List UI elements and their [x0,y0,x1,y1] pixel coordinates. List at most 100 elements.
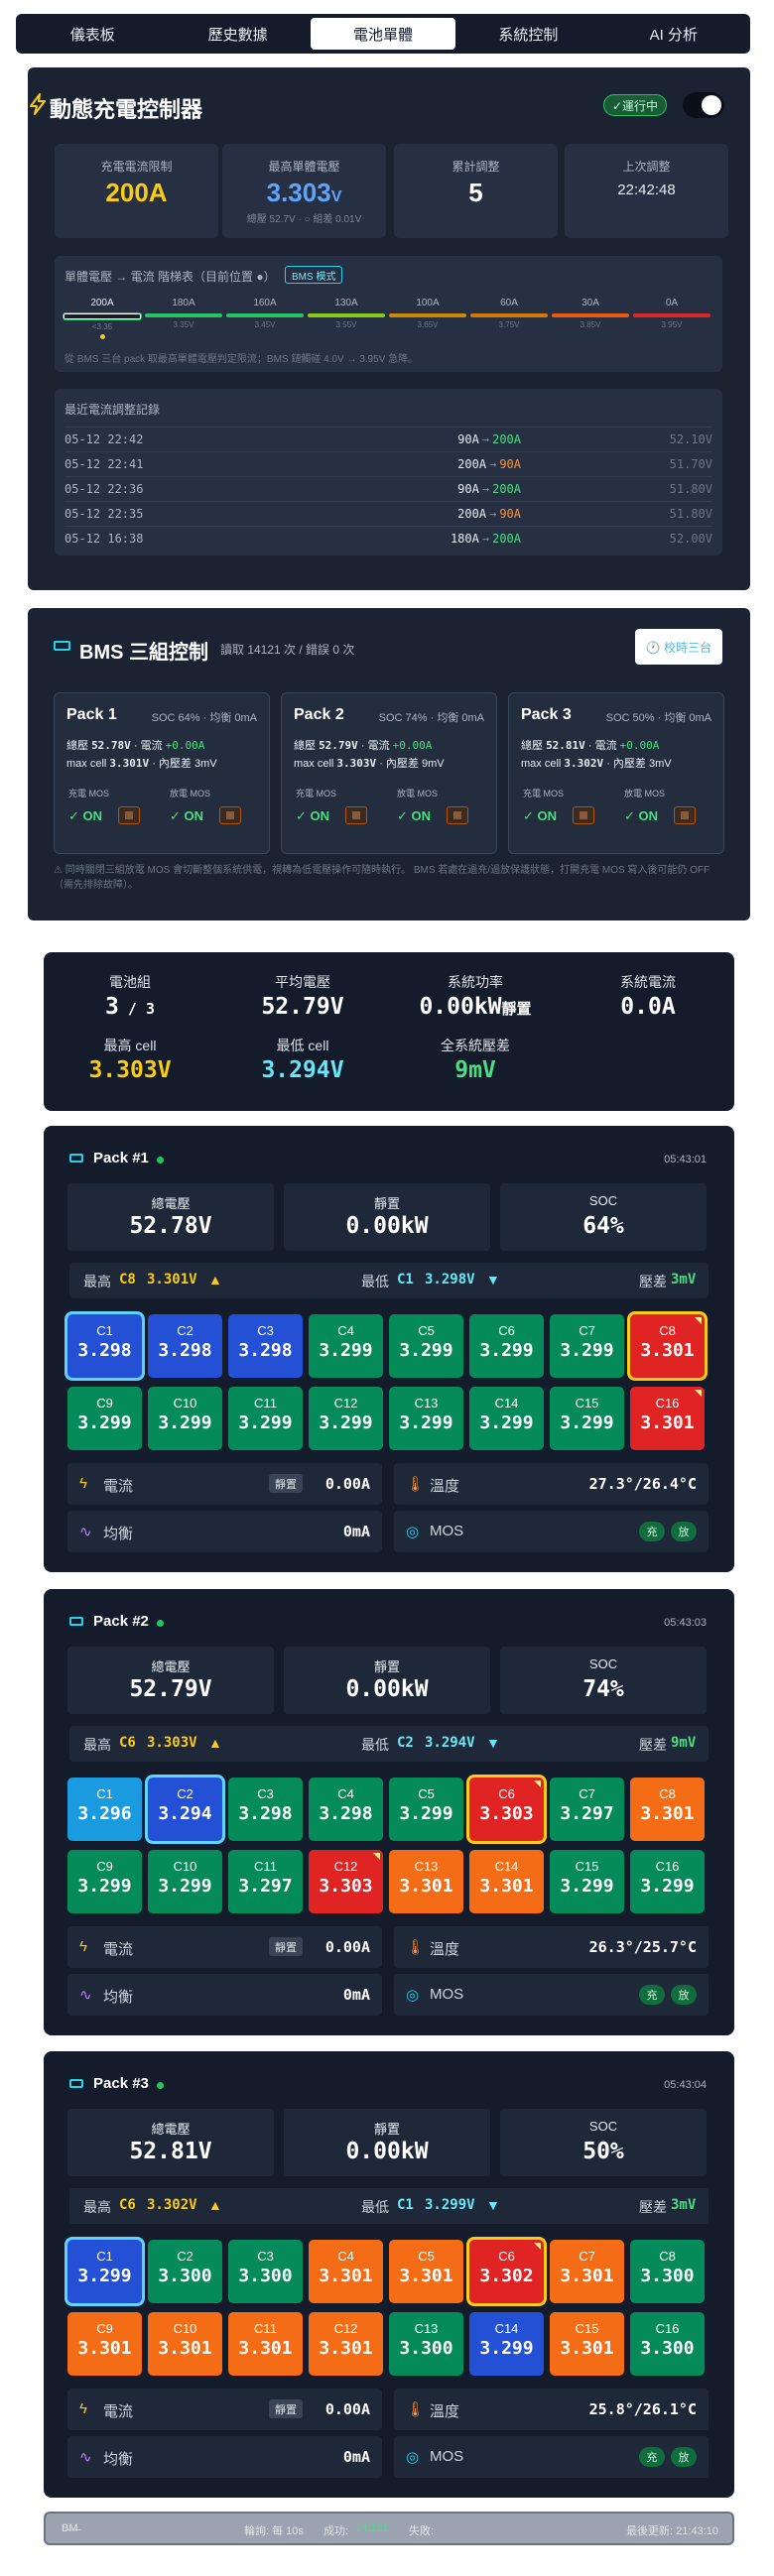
summary-item: 系統功率 0.00kW靜置 [389,972,562,1020]
cell-tile[interactable]: C4 3.299 [309,1314,383,1378]
cell-tile[interactable]: C16 3.300 [630,2312,705,2376]
pack-maxcell: 3.301V [109,757,150,770]
voltage-current-ladder: 單體電壓 → 電流 階梯表（目前位置 ●） BMS 模式 200A <3.35 18… [55,256,722,372]
cell-tile[interactable]: C6 3.299 [469,1314,544,1378]
tab-system-control[interactable]: 系統控制 [455,18,600,50]
cell-tile[interactable]: C15 3.299 [550,1387,624,1450]
cell-tile[interactable]: C14 3.299 [469,2312,544,2376]
cell-tile[interactable]: C3 3.298 [228,1778,303,1841]
cell-tile[interactable]: C5 3.299 [389,1778,463,1841]
tab-dashboard[interactable]: 儀表板 [20,18,165,50]
sync-time-button[interactable]: 🕐 校時三台 [635,629,722,665]
cell-tile[interactable]: C8 3.301 [630,1314,705,1378]
cell-tile[interactable]: C1 3.299 [67,2240,142,2303]
stat-card: 最高單體電壓 3.303V 總壓 52.7V · ○ 組差 0.01V [222,144,386,238]
tab-battery-cells[interactable]: 電池單體 [310,18,456,50]
stat-number: 5 [468,178,483,207]
box-label: 靜置 [373,1196,400,1211]
cell-tile[interactable]: C16 3.301 [630,1387,705,1450]
max-cell-id: C6 [119,2197,136,2213]
arrow-icon: → [489,506,497,521]
log-from: 90A [457,431,479,446]
cell-tile[interactable]: C3 3.298 [228,1314,303,1378]
cell-tile[interactable]: C7 3.297 [550,1778,624,1841]
cell-tile[interactable]: C10 3.301 [148,2312,222,2376]
summary-item: 系統電流 0.0A [562,972,734,1020]
cell-tile[interactable]: C15 3.301 [550,2312,624,2376]
cell-tile[interactable]: C16 3.299 [630,1850,705,1913]
cell-tile[interactable]: C1 3.296 [67,1778,142,1841]
log-change: 90A → 200A [342,482,521,496]
summary-label: 最高 cell [103,1038,157,1053]
cell-tile[interactable]: C15 3.299 [550,1850,624,1913]
cell-tile[interactable]: C9 3.299 [67,1387,142,1450]
diff-label: 壓差 [639,1737,667,1753]
stat-number: 22:42:48 [617,182,676,198]
pack-diff: 3mV [649,758,672,770]
ladder-amps: 160A [253,298,277,308]
box-label: 總電壓 [151,1659,191,1674]
cell-tile[interactable]: C14 3.301 [469,1850,544,1913]
mos-charge-toggle[interactable] [118,806,140,824]
controller-toggle[interactable] [683,92,724,118]
box-label: SOC [588,1193,618,1208]
cell-tile[interactable]: C5 3.299 [389,1314,463,1378]
cell-tile[interactable]: C2 3.294 [148,1778,222,1841]
tab-ai-analysis[interactable]: AI 分析 [601,18,746,50]
cell-tile[interactable]: C11 3.301 [228,2312,303,2376]
cell-tile[interactable]: C11 3.299 [228,1387,303,1450]
cell-tile[interactable]: C9 3.299 [67,1850,142,1913]
cell-tile[interactable]: C11 3.297 [228,1850,303,1913]
cell-id: C11 [254,2321,277,2336]
stat-number: 200A [105,178,168,207]
cell-tile[interactable]: C2 3.300 [148,2240,222,2303]
cell-tile[interactable]: C13 3.300 [389,2312,463,2376]
cell-tile[interactable]: C10 3.299 [148,1850,222,1913]
cell-tile[interactable]: C8 3.301 [630,1778,705,1841]
cell-tile[interactable]: C14 3.299 [469,1387,544,1450]
arrow-icon: → [481,481,490,496]
log-voltage: 51.80V [669,506,712,521]
cell-tile[interactable]: C1 3.298 [67,1314,142,1378]
summary-value: 0.00kW靜置 [389,994,562,1020]
mos-discharge-toggle[interactable] [674,806,696,824]
tab-history[interactable]: 歷史數據 [165,18,310,50]
max-cell-voltage: 3.301V [147,1272,197,1288]
mos-charge-toggle[interactable] [345,806,367,824]
cell-tile[interactable]: C5 3.301 [389,2240,463,2303]
cell-voltage: 3.301 [158,2338,212,2359]
cell-tile[interactable]: C12 3.299 [309,1387,383,1450]
cell-tile[interactable]: C4 3.298 [309,1778,383,1841]
cell-tile[interactable]: C6 3.303 [469,1778,544,1841]
pack-soc-box: SOC 74% [500,1647,707,1714]
mos-charge-toggle[interactable] [573,806,594,824]
summary-item: 電池組 3 / 3 [44,972,216,1020]
cell-tile[interactable]: C4 3.301 [309,2240,383,2303]
mos-discharge-toggle[interactable] [447,806,468,824]
cell-tile[interactable]: C10 3.299 [148,1387,222,1450]
min-label: 最低 [361,1274,389,1289]
cell-tile[interactable]: C13 3.299 [389,1387,463,1450]
cell-tile[interactable]: C13 3.301 [389,1850,463,1913]
cell-tile[interactable]: C7 3.301 [550,2240,624,2303]
mos-discharge-toggle[interactable] [219,806,241,824]
box-label: 總電壓 [151,2122,191,2137]
cell-voltage: 3.303 [319,1876,373,1897]
cell-id: C3 [257,1786,274,1801]
cell-tile[interactable]: C9 3.301 [67,2312,142,2376]
system-summary: 電池組 3 / 3 平均電壓 52.79V 系統功率 0.00kW靜置 系統電流 0.0A 最高… [44,952,734,1111]
cell-voltage: 3.297 [238,1876,293,1897]
balance-label: 均衡 [103,2451,134,2468]
summary-item: 最高 cell 3.303V [44,1036,216,1083]
cell-tile[interactable]: C7 3.299 [550,1314,624,1378]
current-label: · 電流 [584,740,620,752]
cell-tile[interactable]: C2 3.298 [148,1314,222,1378]
cell-tile[interactable]: C8 3.300 [630,2240,705,2303]
cell-tile[interactable]: C12 3.303 [309,1850,383,1913]
cell-tile[interactable]: C12 3.301 [309,2312,383,2376]
cell-tile[interactable]: C6 3.302 [469,2240,544,2303]
cell-id: C15 [575,1396,599,1411]
cell-tile[interactable]: C3 3.300 [228,2240,303,2303]
ladder-note: 從 BMS 三台 pack 取最高單體電壓判定限流；BMS 鏈觸碰 4.0V →… [64,354,419,365]
arrow-icon: → [481,431,490,446]
